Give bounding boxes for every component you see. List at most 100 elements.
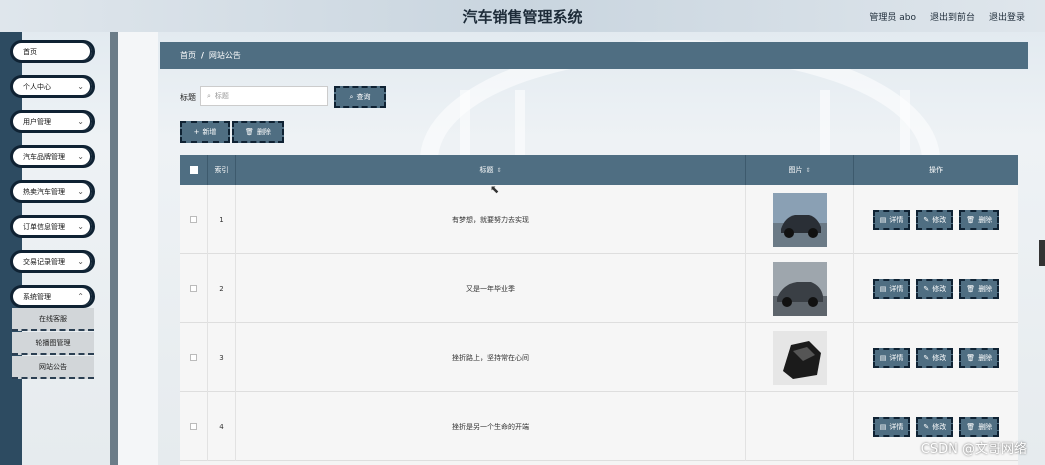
add-button[interactable]: + 新增 [180, 121, 230, 143]
detail-button[interactable]: ▤ 详情 [872, 416, 911, 437]
row-title: 挫折路上，坚持常在心间 [236, 323, 746, 392]
sidebar-item-label: 系统管理 [23, 292, 51, 301]
row-index: 3 [208, 323, 236, 392]
trash-icon: 🗑 [245, 128, 254, 136]
car-thumbnail [772, 261, 827, 316]
sidebar-item-personal-center[interactable]: 个人中心 ⌄ [10, 75, 95, 98]
row-select[interactable] [180, 392, 208, 461]
search-input[interactable]: ⌕ 标题 [200, 86, 328, 106]
search-label: 标题 [180, 93, 196, 102]
row-select[interactable] [180, 254, 208, 323]
table-row: 1 有梦想，就要努力去实现 ▤ 详情 ✎ 修改 🗑 删除 [180, 185, 1018, 254]
sidebar-item-system-management[interactable]: 系统管理 ⌃ [10, 285, 95, 308]
chevron-down-icon: ⌄ [77, 257, 84, 266]
sidebar-item-car-brand-management[interactable]: 汽车品牌管理 ⌄ [10, 145, 95, 168]
header-title[interactable]: 标题 ⇕ [236, 155, 746, 185]
breadcrumb-home[interactable]: 首页 [180, 50, 196, 61]
trash-icon: 🗑 [966, 353, 976, 362]
edit-label: 修改 [932, 353, 947, 362]
background-pillar [820, 90, 830, 160]
sidebar-item-label: 热卖汽车管理 [23, 187, 65, 196]
row-image [746, 392, 854, 461]
delete-label: 删除 [978, 353, 993, 362]
header-select-all[interactable] [180, 155, 208, 185]
header-index: 索引 [208, 155, 236, 185]
submenu-label: 网站公告 [39, 362, 67, 371]
search-icon: ⌕ [207, 91, 211, 100]
query-button[interactable]: ⌕ 查询 [334, 86, 386, 108]
detail-button[interactable]: ▤ 详情 [872, 278, 911, 299]
submenu-announcements[interactable]: 网站公告 [12, 356, 94, 379]
chevron-down-icon: ⌄ [77, 152, 84, 161]
sidebar-item-home[interactable]: 首页 [10, 40, 95, 63]
scroll-handle[interactable] [1039, 240, 1045, 266]
delete-label: 删除 [978, 422, 993, 431]
detail-button[interactable]: ▤ 详情 [872, 347, 911, 368]
sidebar-item-user-management[interactable]: 用户管理 ⌄ [10, 110, 95, 133]
edit-button[interactable]: ✎ 修改 [916, 416, 954, 437]
plus-icon: + [193, 128, 200, 136]
header-index-label: 索引 [214, 166, 229, 174]
document-icon: ▤ [879, 215, 887, 224]
logout-link[interactable]: 退出登录 [989, 10, 1025, 23]
sidebar-item-transaction-records[interactable]: 交易记录管理 ⌄ [10, 250, 95, 273]
background-pillar [515, 90, 525, 160]
pencil-icon: ✎ [923, 422, 930, 431]
sidebar-item-label: 首页 [23, 47, 37, 56]
sort-icon: ⇕ [805, 166, 811, 174]
submenu-carousel-management[interactable]: 轮播图管理 [12, 332, 94, 355]
edit-button[interactable]: ✎ 修改 [916, 209, 954, 230]
chevron-down-icon: ⌄ [77, 187, 84, 196]
breadcrumb-separator: / [201, 51, 204, 60]
sidebar-item-order-management[interactable]: 订单信息管理 ⌄ [10, 215, 95, 238]
delete-button[interactable]: 🗑 删除 [959, 347, 1000, 368]
batch-delete-button[interactable]: 🗑 删除 [232, 121, 284, 143]
document-icon: ▤ [879, 284, 887, 293]
sidebar-gutter [118, 32, 158, 465]
edit-label: 修改 [932, 284, 947, 293]
row-select[interactable] [180, 185, 208, 254]
breadcrumb-current: 网站公告 [208, 51, 241, 60]
submenu-label: 在线客服 [39, 314, 67, 323]
delete-button[interactable]: 🗑 删除 [959, 209, 1000, 230]
sort-icon: ⇕ [496, 166, 502, 174]
row-image [746, 254, 854, 323]
sidebar-item-label: 汽车品牌管理 [23, 152, 65, 161]
sidebar-item-label: 交易记录管理 [23, 257, 65, 266]
row-image [746, 323, 854, 392]
select-all-checkbox[interactable] [189, 166, 198, 174]
edit-button[interactable]: ✎ 修改 [916, 278, 954, 299]
pencil-icon: ✎ [923, 353, 930, 362]
admin-label: 管理员 abo [869, 13, 916, 23]
submenu-online-service[interactable]: 在线客服 [12, 308, 94, 331]
watermark: CSDN @文哥网络 [920, 442, 1027, 457]
row-checkbox[interactable] [190, 423, 197, 430]
row-image [746, 185, 854, 254]
sidebar-item-hot-car-management[interactable]: 热卖汽车管理 ⌄ [10, 180, 95, 203]
header-image[interactable]: 图片 ⇕ [746, 155, 854, 185]
sidebar-divider [110, 32, 118, 465]
table-row: 2 又是一年毕业季 ▤ 详情 ✎ 修改 🗑 删除 [180, 254, 1018, 323]
document-icon: ▤ [879, 422, 887, 431]
document-icon: ▤ [879, 353, 887, 362]
delete-button[interactable]: 🗑 删除 [959, 278, 1000, 299]
car-thumbnail [772, 192, 827, 247]
detail-label: 详情 [889, 215, 904, 224]
row-select[interactable] [180, 323, 208, 392]
back-to-front-link[interactable]: 退出到前台 [930, 10, 975, 23]
detail-button[interactable]: ▤ 详情 [872, 209, 911, 230]
row-checkbox[interactable] [190, 354, 197, 361]
header-image-label: 图片 [788, 166, 803, 174]
edit-button[interactable]: ✎ 修改 [916, 347, 954, 368]
delete-button-label: 删除 [256, 128, 271, 136]
header-ops-label: 操作 [929, 166, 943, 174]
search-placeholder: 标题 [214, 92, 229, 100]
row-checkbox[interactable] [190, 285, 197, 292]
row-title: 又是一年毕业季 [236, 254, 746, 323]
table-row: 4 挫折是另一个生命的开端 ▤ 详情 ✎ 修改 🗑 删除 [180, 392, 1018, 461]
delete-button[interactable]: 🗑 删除 [959, 416, 1000, 437]
row-ops: ▤ 详情 ✎ 修改 🗑 删除 [854, 185, 1018, 254]
search-icon: ⌕ [349, 92, 354, 101]
row-checkbox[interactable] [190, 216, 197, 223]
sidebar-item-label: 个人中心 [23, 82, 51, 91]
